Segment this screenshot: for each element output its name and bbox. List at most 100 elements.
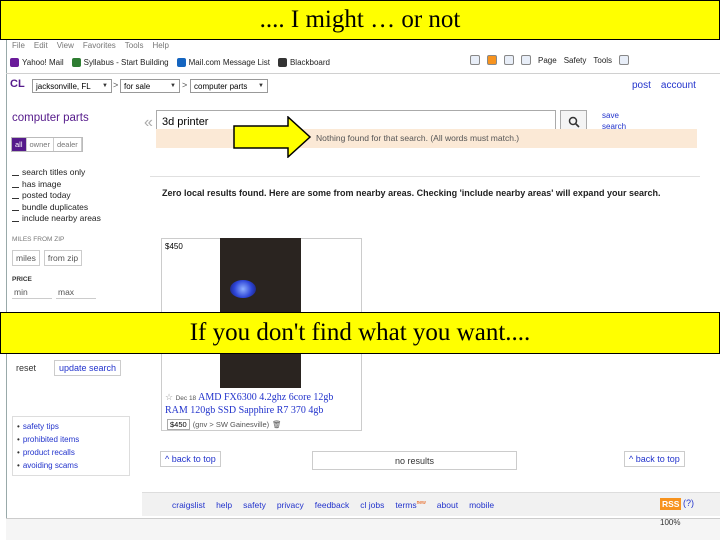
menu-tools[interactable]: Tools [125,41,144,50]
computer-led-glow [230,280,256,298]
page-menu[interactable]: Page [538,56,557,65]
checkbox[interactable] [12,204,19,211]
back-to-top-button[interactable]: ^ back to top [624,451,685,467]
owner-filter-tabs: all owner dealer [11,137,83,152]
tab-dealer[interactable]: dealer [54,138,82,151]
home-icon[interactable] [470,55,480,65]
toolbar-divider [6,73,720,74]
rss-button[interactable]: RSS [660,498,682,510]
chevron-down-icon: ▼ [170,83,176,89]
section-select[interactable]: for sale ▼ [120,79,180,93]
zoom-level[interactable]: 100% [660,518,680,527]
post-link[interactable]: post [632,80,651,91]
footer-link-safety[interactable]: safety [243,500,266,510]
checkbox[interactable] [12,215,19,223]
footer-link-privacy[interactable]: privacy [277,500,304,510]
checkbox[interactable] [12,169,19,177]
back-to-top-button[interactable]: ^ back to top [160,451,221,467]
footer-link-feedback[interactable]: feedback [315,500,350,510]
blackboard-icon [277,57,287,67]
result-date: Dec 18 [175,395,197,402]
miles-heading: MILES FROM ZIP [12,235,65,243]
result-title[interactable]: ☆ Dec 18 AMD FX6300 4.2ghz 6core 12gb RA… [165,391,355,417]
help-link-recalls[interactable]: • product recalls [17,446,125,459]
menu-view[interactable]: View [57,41,74,50]
top-caption-banner: .... I might … or not [0,0,720,40]
menu-edit[interactable]: Edit [34,41,48,50]
craigslist-logo[interactable]: CL [10,78,25,90]
safety-menu[interactable]: Safety [564,56,587,65]
help-link-safety[interactable]: • safety tips [17,420,125,433]
checkbox[interactable] [12,181,19,188]
search-icon [568,116,580,128]
arrow-callout-icon [233,116,312,158]
footer-link-cl-jobs[interactable]: cl jobs [360,500,384,510]
price-inputs: min max [12,286,96,299]
help-icon[interactable] [619,55,630,65]
star-icon[interactable]: ☆ [165,392,173,402]
tab-owner[interactable]: owner [27,138,54,151]
zip-input[interactable]: from zip [43,250,83,266]
print-icon[interactable] [521,55,531,65]
favorite-blackboard[interactable]: Blackboard [277,57,330,67]
zero-results-message: Zero local results found. Here are some … [162,188,661,198]
option-posted-today[interactable]: posted today [12,190,101,202]
help-links: • safety tips • prohibited items • product … [12,416,130,476]
collapse-sidebar-icon[interactable]: « [144,114,153,132]
result-meta: $450 (gnv > SW Gainesville) 🗑 [167,419,282,430]
tab-all[interactable]: all [12,138,27,151]
feeds-icon[interactable] [487,55,497,65]
rss-help-link[interactable]: (?) [683,498,694,508]
chevron-down-icon: ▼ [102,83,108,89]
result-price: $450 [167,419,190,430]
header-links: post account [632,80,696,91]
syllabus-icon [71,57,81,67]
yahoo-icon [10,57,19,67]
account-link[interactable]: account [661,80,696,91]
chevron-down-icon: ▼ [258,83,264,89]
option-bundle-duplicates[interactable]: bundle duplicates [12,202,101,214]
favorite-yahoo-mail[interactable]: Yahoo! Mail [10,57,64,67]
option-search-titles[interactable]: search titles only [12,167,101,179]
result-price-badge: $450 [165,242,183,251]
footer-link-about[interactable]: about [437,500,458,510]
price-heading: PRICE [12,276,32,283]
option-include-nearby[interactable]: include nearby areas [12,213,101,225]
distance-inputs: miles from zip [12,250,83,266]
help-link-prohibited[interactable]: • prohibited items [17,433,125,446]
mail-icon[interactable] [504,55,514,65]
miles-input[interactable]: miles [12,250,40,266]
breadcrumb-separator: > [182,80,188,90]
result-location: (gnv > SW Gainesville) [192,420,270,429]
help-link-scams[interactable]: • avoiding scams [17,459,125,472]
category-title[interactable]: computer parts [12,112,89,124]
category-select[interactable]: computer parts ▼ [190,79,268,93]
favorite-syllabus[interactable]: Syllabus - Start Building [71,57,169,67]
footer-link-terms[interactable]: termsnew [395,500,425,510]
checkbox[interactable] [12,192,19,200]
location-select[interactable]: jacksonville, FL ▼ [32,79,112,93]
favorites-bar: Yahoo! Mail Syllabus - Start Building Ma… [10,53,330,71]
update-search-button[interactable]: update search [54,360,122,376]
menu-file[interactable]: File [12,41,25,50]
min-price-input[interactable]: min [12,286,52,299]
breadcrumb-separator: > [113,80,119,90]
footer-link-help[interactable]: help [216,500,232,510]
status-bar [6,518,720,540]
menu-help[interactable]: Help [152,41,168,50]
divider [150,176,700,177]
search-options: search titles only has image posted toda… [12,167,101,245]
max-price-input[interactable]: max [56,286,96,299]
mail-icon [176,57,186,67]
footer-links: craigslist help safety privacy feedback … [142,492,720,516]
reset-button[interactable]: reset [16,363,36,373]
favorite-mail-com[interactable]: Mail.com Message List [176,57,270,67]
command-bar: Page Safety Tools [470,55,630,65]
menu-favorites[interactable]: Favorites [83,41,116,50]
middle-caption-banner: If you don't find what you want.... [0,312,720,354]
footer-link-craigslist[interactable]: craigslist [172,500,205,510]
footer-link-mobile[interactable]: mobile [469,500,494,510]
option-has-image[interactable]: has image [12,179,101,191]
trash-icon[interactable]: 🗑 [272,420,282,429]
tools-menu[interactable]: Tools [593,56,612,65]
